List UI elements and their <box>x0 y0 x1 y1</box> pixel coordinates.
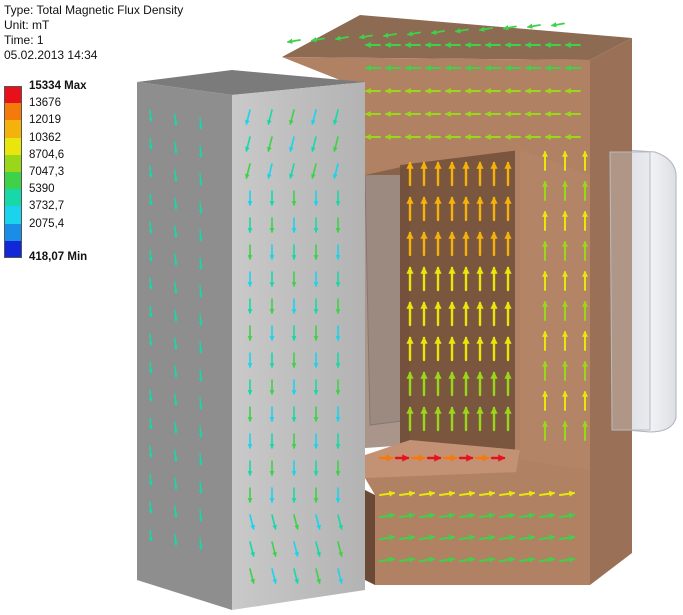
flux-vector <box>148 529 153 542</box>
flux-vector <box>173 365 178 378</box>
flux-vector <box>173 421 178 434</box>
flux-vector <box>173 533 178 546</box>
legend-swatch <box>4 103 22 121</box>
flux-vector <box>148 277 153 290</box>
result-date-text: 05.02.2013 14:34 <box>4 48 98 62</box>
flux-vector <box>198 537 203 550</box>
flux-vector <box>173 141 178 154</box>
flux-vector <box>198 341 203 354</box>
flux-vector <box>198 397 203 410</box>
flux-vector <box>198 425 203 438</box>
legend-swatch <box>4 154 22 172</box>
flux-vector <box>198 229 203 242</box>
flux-vector <box>173 281 178 294</box>
flux-vector <box>148 473 153 486</box>
flux-vector <box>173 197 178 210</box>
flux-vector <box>526 23 541 29</box>
flux-vector <box>148 389 153 402</box>
legend-swatch <box>4 223 22 241</box>
flux-vector <box>198 117 203 130</box>
flux-vector <box>198 257 203 270</box>
legend-label: 8704,6 <box>29 148 65 161</box>
legend-swatch <box>4 120 22 138</box>
legend-label: 3732,7 <box>29 200 65 213</box>
legend-swatch <box>4 189 22 207</box>
flux-vector <box>148 417 153 430</box>
flux-vector <box>173 225 178 238</box>
flux-vector <box>148 165 153 178</box>
legend-swatch <box>4 171 22 190</box>
flux-vector <box>550 22 565 28</box>
coil-front <box>609 151 651 431</box>
flux-vector <box>148 221 153 234</box>
flux-vector <box>198 313 203 326</box>
legend-swatch <box>4 86 22 104</box>
result-time-text: Time: 1 <box>4 33 44 47</box>
flux-vector <box>173 337 178 350</box>
flux-vector <box>148 501 153 514</box>
flux-vector <box>148 305 153 318</box>
flux-vector <box>148 137 153 150</box>
legend-label: 12019 <box>29 114 61 127</box>
flux-vector <box>148 249 153 262</box>
legend-label: 5390 <box>29 183 55 196</box>
flux-vector <box>198 173 203 186</box>
flux-vector <box>173 393 178 406</box>
pole-block <box>137 70 365 610</box>
flux-vector <box>173 449 178 462</box>
legend-label: 2075,4 <box>29 217 65 230</box>
flux-vector <box>148 445 153 458</box>
legend-swatch <box>4 240 22 258</box>
flux-vector <box>198 369 203 382</box>
flux-vector <box>173 113 178 126</box>
flux-vector <box>173 169 178 182</box>
flux-vector <box>148 333 153 346</box>
legend-label: 13676 <box>29 97 61 110</box>
flux-vector <box>148 109 153 122</box>
flux-vector <box>198 145 203 158</box>
flux-vector <box>148 361 153 374</box>
flux-vector <box>286 38 301 44</box>
flux-vector <box>148 193 153 206</box>
legend-label: 7047,3 <box>29 165 65 178</box>
flux-vector <box>198 509 203 522</box>
result-header: Type: Total Magnetic Flux Density Unit: … <box>4 3 183 63</box>
legend-label: 10362 <box>29 131 61 144</box>
flux-vector <box>173 477 178 490</box>
3d-model-viewport[interactable] <box>0 0 683 615</box>
flux-vector <box>173 253 178 266</box>
result-type-text: Type: Total Magnetic Flux Density <box>4 3 184 17</box>
flux-vector <box>198 453 203 466</box>
legend-min-label: 418,07 Min <box>29 250 88 263</box>
result-unit-text: Unit: mT <box>4 18 50 32</box>
flux-vector <box>173 505 178 518</box>
flux-vector <box>198 285 203 298</box>
legend-swatch <box>4 206 22 224</box>
flux-vector <box>173 309 178 322</box>
flux-vector <box>198 481 203 494</box>
flux-vector <box>198 201 203 214</box>
legend-swatch <box>4 137 22 155</box>
legend-label: 15334 Max <box>29 80 87 92</box>
